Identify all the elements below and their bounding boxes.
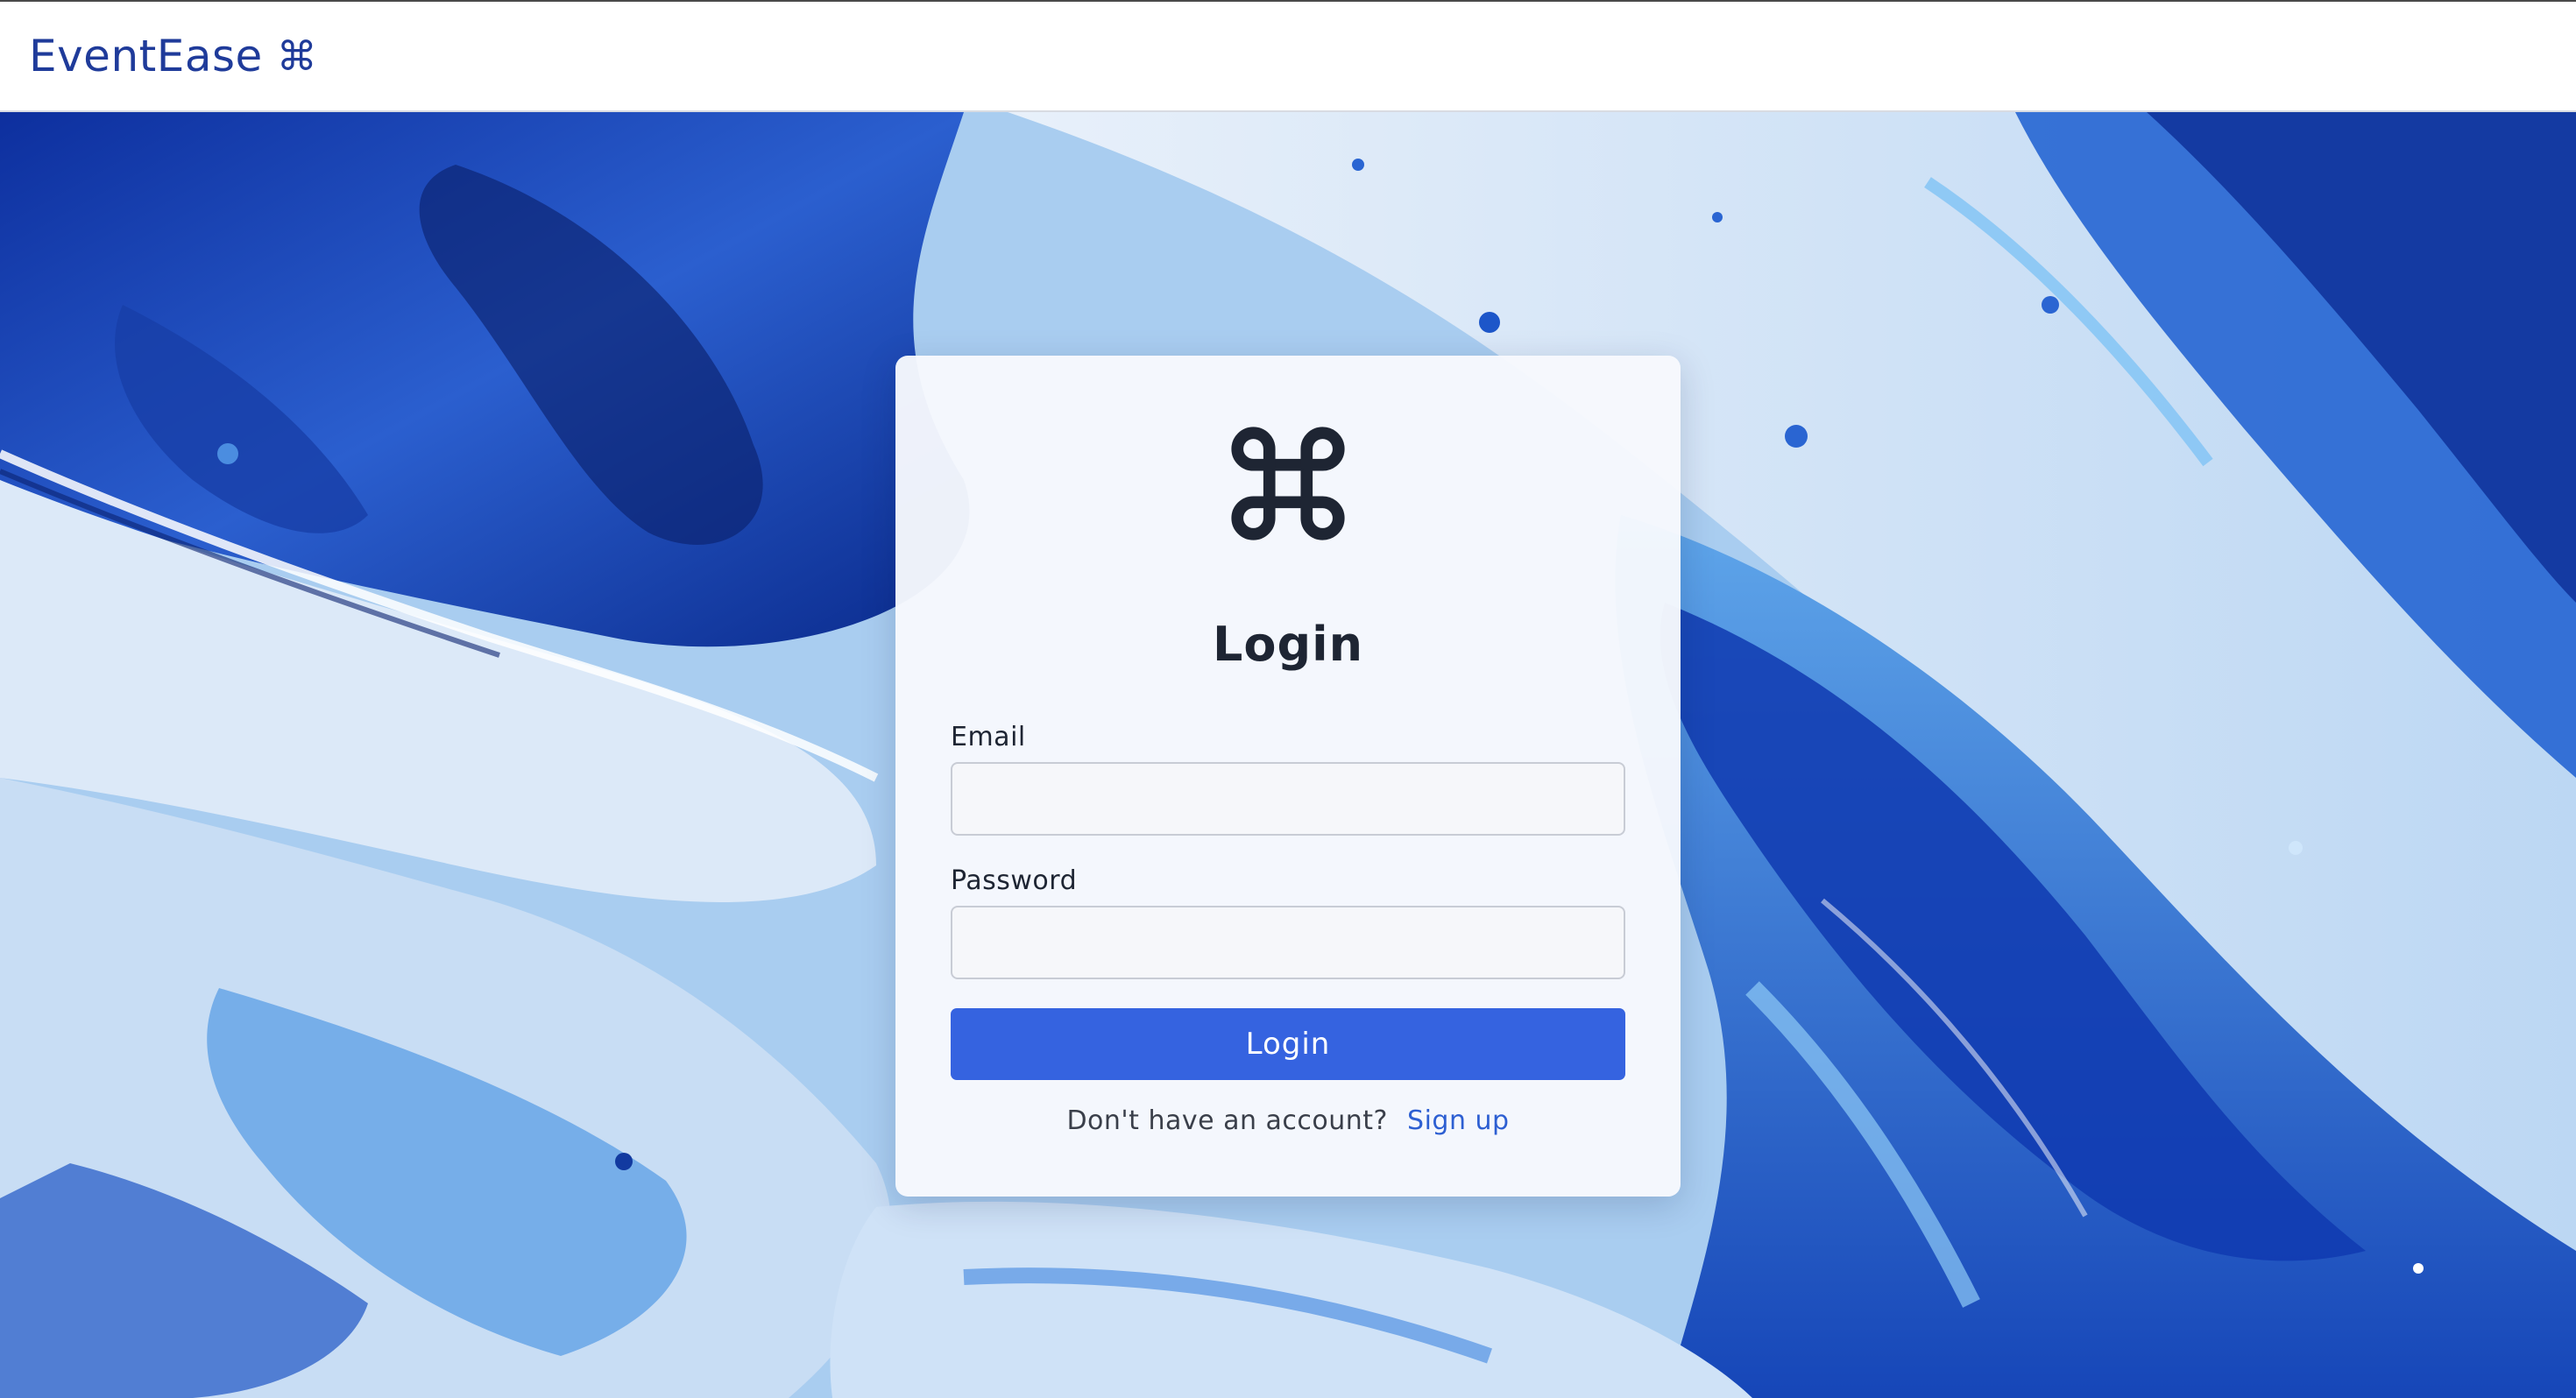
login-button[interactable]: Login (951, 1008, 1625, 1080)
brand-name: EventEase (29, 31, 263, 81)
email-label: Email (951, 722, 1026, 752)
password-field[interactable] (951, 906, 1625, 979)
command-icon (1231, 427, 1345, 540)
email-field[interactable] (951, 762, 1625, 836)
brand-link[interactable]: EventEase ⌘ (29, 28, 317, 84)
login-card: Login Email Password Login Don't have an… (895, 356, 1681, 1197)
login-title: Login (1212, 617, 1364, 672)
signup-row: Don't have an account? Sign up (895, 1105, 1681, 1136)
signup-link[interactable]: Sign up (1407, 1105, 1510, 1136)
navbar: EventEase ⌘ (0, 0, 2576, 112)
command-icon: ⌘ (276, 32, 318, 80)
signup-prompt: Don't have an account? (1066, 1105, 1388, 1136)
card-logo (895, 417, 1681, 550)
password-label: Password (951, 865, 1078, 896)
login-page: EventEase ⌘ Login Email Password Login D… (0, 0, 2576, 1398)
